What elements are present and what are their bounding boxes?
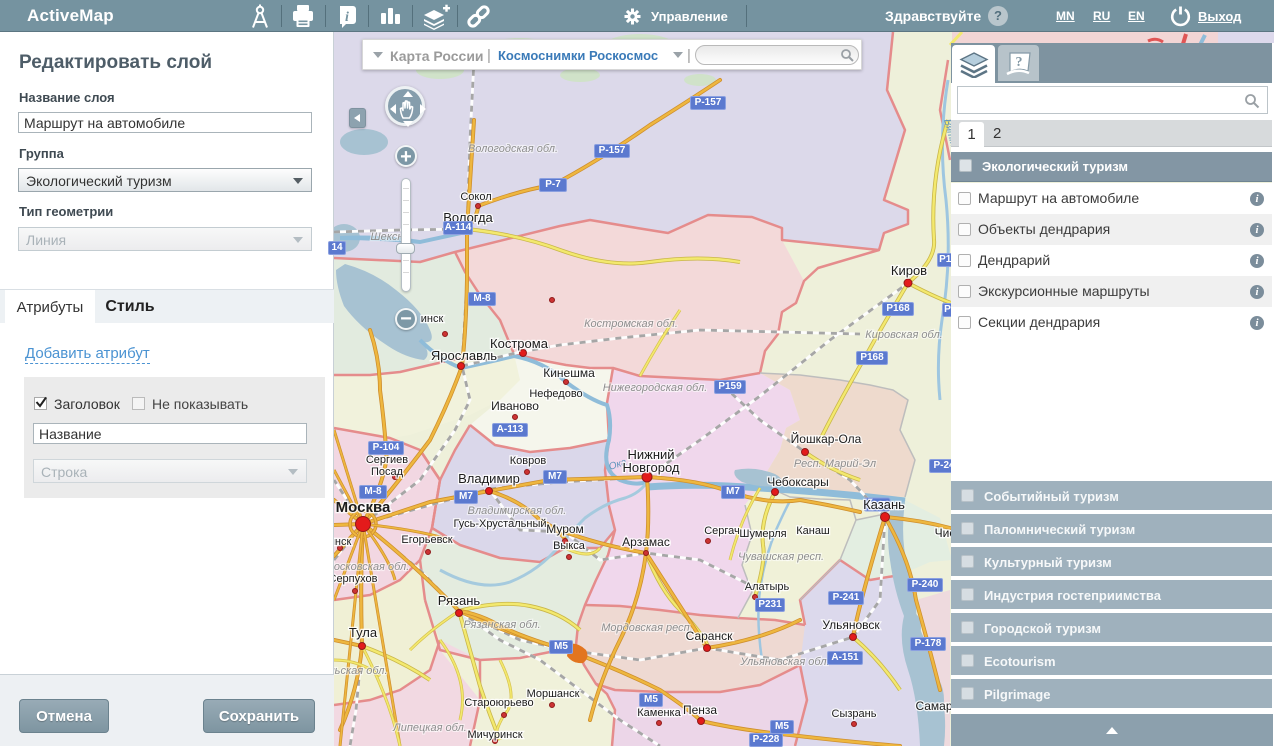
svg-text:Староюрьево: Староюрьево [464,697,533,709]
svg-text:Киров: Киров [891,263,927,278]
svg-text:Арзамас: Арзамас [622,535,670,549]
svg-text:Моршанск: Моршанск [527,688,580,700]
svg-text:Москва: Москва [336,499,391,516]
svg-text:Респ. Марий-Эл: Респ. Марий-Эл [794,458,876,470]
svg-text:Каменка: Каменка [637,707,681,719]
svg-text:Рязань: Рязань [438,593,481,608]
svg-text:Серпухов: Серпухов [334,573,378,585]
svg-text:Кинешма: Кинешма [543,366,595,380]
svg-text:Ковров: Ковров [510,455,547,467]
svg-text:Егорьевск: Егорьевск [401,534,452,546]
svg-text:Гусь-Хрустальный: Гусь-Хрустальный [453,518,546,530]
svg-text:Московская обл.: Московская обл. [334,561,409,573]
svg-text:Новгород: Новгород [623,460,680,475]
svg-text:Казань: Казань [863,497,905,512]
svg-text:Чебоксары: Чебоксары [767,475,828,489]
svg-text:Рязанская обл.: Рязанская обл. [463,619,540,631]
svg-text:Ульяновская обл.: Ульяновская обл. [739,656,829,668]
svg-text:Кострома: Кострома [490,336,549,351]
svg-text:Костромская обл.: Костромская обл. [584,318,678,330]
svg-text:Ульяновск: Ульяновск [822,618,880,632]
svg-text:Выкса: Выкса [553,540,586,552]
svg-text:инск: инск [421,313,444,325]
svg-text:Пенза: Пенза [683,703,717,717]
svg-text:Шумерля: Шумерля [739,528,786,540]
svg-text:?: ? [1016,55,1023,70]
svg-text:Нижегородская обл.: Нижегородская обл. [603,382,708,394]
svg-text:Иваново: Иваново [491,399,539,413]
svg-text:Посад: Посад [371,466,404,478]
svg-text:Сызрань: Сызрань [832,708,877,720]
svg-text:Алатырь: Алатырь [745,581,790,593]
svg-text:Тула: Тула [349,625,378,640]
svg-text:Мордовская респ.: Мордовская респ. [601,622,693,634]
svg-text:i: i [345,10,349,25]
svg-text:Ярославль: Ярославль [431,348,497,363]
svg-text:Чувашская респ.: Чувашская респ. [738,551,824,563]
svg-text:льская обл.: льская обл. [334,665,388,677]
svg-text:Муром: Муром [546,522,584,536]
svg-text:Липецкая обл.: Липецкая обл. [392,722,467,734]
svg-text:Сергач: Сергач [704,525,740,537]
svg-text:Йошкар-Ола: Йошкар-Ола [791,431,862,446]
svg-text:инск: инск [334,536,351,548]
svg-text:Владимирская обл.: Владимирская обл. [468,505,567,517]
svg-text:Сокол: Сокол [460,191,491,203]
svg-text:Вологодская обл.: Вологодская обл. [468,143,558,155]
svg-text:Саранск: Саранск [686,629,733,643]
svg-text:Сергиев: Сергиев [366,454,408,466]
svg-text:Мичуринск: Мичуринск [467,729,522,741]
svg-text:Владимир: Владимир [458,471,520,486]
svg-text:Канаш: Канаш [796,525,830,537]
svg-text:Кировская обл.: Кировская обл. [865,329,942,341]
svg-text:Самар: Самар [915,699,952,713]
